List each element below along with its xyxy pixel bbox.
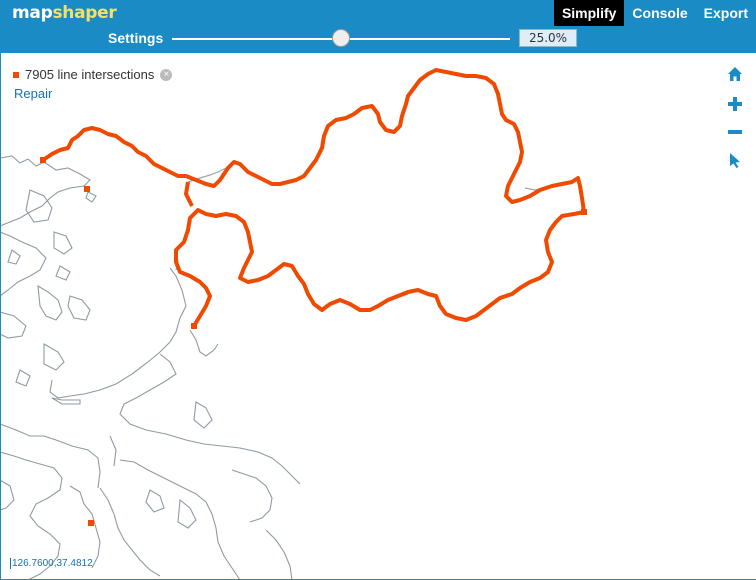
coastline-shape bbox=[7, 249, 21, 265]
intersection-point bbox=[40, 157, 46, 163]
coastline-shape bbox=[25, 189, 53, 223]
coastline-shape bbox=[0, 479, 15, 511]
intersection-point bbox=[88, 520, 94, 526]
coastline-shape bbox=[265, 529, 293, 580]
coastline-shape bbox=[43, 343, 65, 371]
coastline-shape bbox=[69, 485, 101, 569]
coastline-shape bbox=[67, 295, 91, 321]
coastline-shape bbox=[37, 284, 63, 321]
coastline-shape bbox=[49, 267, 187, 399]
close-intersections-icon[interactable]: × bbox=[160, 68, 173, 81]
console-button[interactable]: Console bbox=[624, 0, 695, 26]
coastline-shape bbox=[119, 353, 301, 485]
intersection-point bbox=[581, 209, 587, 215]
coastline-shape bbox=[145, 489, 165, 513]
logo-text-map: map bbox=[12, 3, 53, 23]
intersection-point bbox=[84, 186, 90, 192]
intersection-boundary-path bbox=[184, 181, 194, 207]
coastline-shape bbox=[55, 265, 71, 281]
intersection-marker-icon bbox=[13, 71, 19, 78]
top-bar: mapshaper Simplify Console Export Settin… bbox=[0, 0, 756, 53]
intersections-count: 7905 line intersections bbox=[25, 67, 155, 82]
intersection-point bbox=[191, 323, 197, 329]
intersections-panel: 7905 line intersections × bbox=[13, 67, 173, 82]
map-canvas[interactable] bbox=[0, 53, 756, 580]
simplify-slider-handle[interactable] bbox=[332, 29, 350, 47]
coastline-shape bbox=[119, 459, 241, 580]
coordinates-readout: 126.7600,37.4812 bbox=[10, 558, 93, 569]
intersection-boundary-path bbox=[41, 68, 586, 328]
simplify-button[interactable]: Simplify bbox=[553, 0, 625, 26]
repair-link[interactable]: Repair bbox=[14, 86, 52, 101]
pointer-icon[interactable] bbox=[727, 152, 743, 168]
coastline-shape bbox=[85, 191, 97, 203]
coastline-shape bbox=[0, 155, 91, 227]
export-button[interactable]: Export bbox=[696, 0, 756, 26]
coastline-shape bbox=[53, 231, 73, 255]
coastline-shape bbox=[15, 369, 31, 387]
settings-button[interactable]: Settings bbox=[108, 30, 163, 46]
intersection-points-layer bbox=[40, 68, 587, 526]
coastline-shape bbox=[51, 397, 81, 405]
coastline-shape bbox=[0, 311, 27, 339]
home-icon[interactable] bbox=[727, 66, 743, 82]
coastline-shape bbox=[193, 401, 213, 429]
zoom-out-icon[interactable] bbox=[727, 124, 743, 140]
simplify-percent-input[interactable]: 25.0% bbox=[519, 29, 577, 47]
logo-text-shaper: shaper bbox=[52, 3, 117, 23]
coastline-layer bbox=[0, 155, 301, 580]
coastline-shape bbox=[109, 435, 117, 467]
main-nav: Simplify Console Export bbox=[553, 0, 756, 26]
zoom-in-icon[interactable] bbox=[727, 96, 743, 112]
coastline-shape bbox=[99, 487, 161, 577]
coastline-shape bbox=[177, 498, 197, 529]
coastline-shape bbox=[231, 469, 273, 523]
mapshaper-logo: mapshaper bbox=[12, 3, 117, 23]
coastline-shape bbox=[189, 329, 219, 357]
